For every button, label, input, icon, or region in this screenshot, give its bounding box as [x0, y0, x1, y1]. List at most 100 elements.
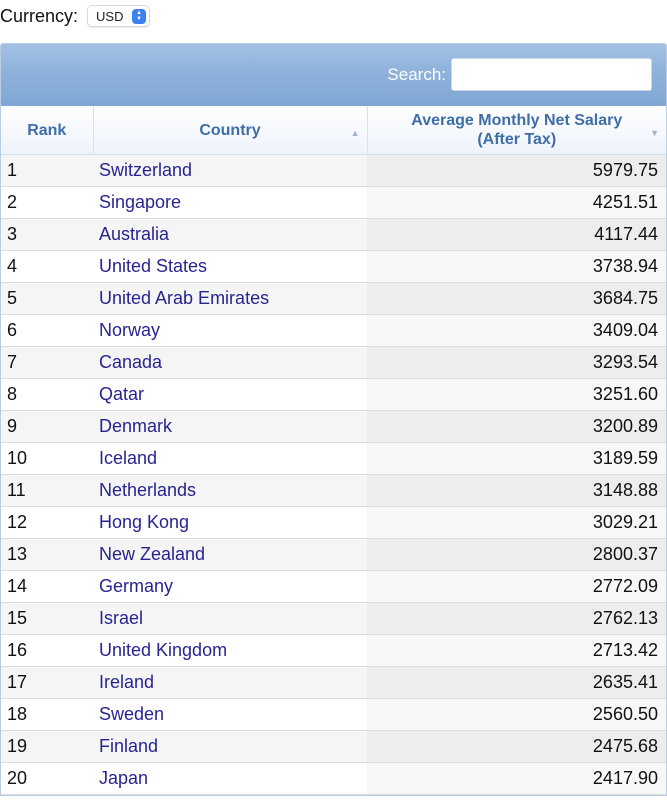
salary-cell: 2560.50	[367, 698, 666, 731]
column-header-label: Country	[199, 121, 261, 139]
table-row: 18 Sweden 2560.50	[1, 698, 666, 731]
country-link[interactable]: Germany	[93, 570, 367, 603]
salary-cell: 3251.60	[367, 378, 666, 411]
rank-cell: 10	[1, 442, 93, 475]
table-row: 1 Switzerland 5979.75	[1, 154, 666, 187]
column-header-rank[interactable]: Rank	[1, 106, 94, 155]
salary-cell: 3738.94	[367, 250, 666, 283]
table-header-row: Rank Country ▲ Average Monthly Net Salar…	[1, 106, 666, 155]
country-link[interactable]: United Kingdom	[93, 634, 367, 667]
country-link[interactable]: Netherlands	[93, 474, 367, 507]
country-link[interactable]: Singapore	[93, 186, 367, 219]
rank-cell: 16	[1, 634, 93, 667]
rank-cell: 6	[1, 314, 93, 347]
salary-cell: 3148.88	[367, 474, 666, 507]
table-row: 4 United States 3738.94	[1, 250, 666, 283]
rank-cell: 20	[1, 762, 93, 795]
salary-cell: 2635.41	[367, 666, 666, 699]
rank-cell: 1	[1, 154, 93, 187]
country-link[interactable]: Hong Kong	[93, 506, 367, 539]
table-row: 5 United Arab Emirates 3684.75	[1, 282, 666, 315]
country-link[interactable]: Ireland	[93, 666, 367, 699]
salary-cell: 2475.68	[367, 730, 666, 763]
salary-cell: 2800.37	[367, 538, 666, 571]
salary-cell: 3409.04	[367, 314, 666, 347]
rank-cell: 19	[1, 730, 93, 763]
country-link[interactable]: Denmark	[93, 410, 367, 443]
table-row: 19 Finland 2475.68	[1, 730, 666, 763]
table-row: 10 Iceland 3189.59	[1, 442, 666, 475]
rank-cell: 12	[1, 506, 93, 539]
country-link[interactable]: Israel	[93, 602, 367, 635]
country-link[interactable]: Finland	[93, 730, 367, 763]
column-header-label: Rank	[27, 121, 67, 139]
rank-cell: 13	[1, 538, 93, 571]
salary-cell: 3293.54	[367, 346, 666, 379]
salary-cell: 2762.13	[367, 602, 666, 635]
country-link[interactable]: Switzerland	[93, 154, 367, 187]
currency-select[interactable]: USD ▲ ▼	[87, 5, 151, 27]
table-row: 8 Qatar 3251.60	[1, 378, 666, 411]
table-row: 20 Japan 2417.90	[1, 762, 666, 795]
country-link[interactable]: New Zealand	[93, 538, 367, 571]
table-toolbar: Search:	[1, 44, 666, 106]
salary-cell: 3189.59	[367, 442, 666, 475]
salary-table: Rank Country ▲ Average Monthly Net Salar…	[1, 106, 666, 795]
search-input[interactable]	[451, 58, 652, 91]
salary-cell: 3029.21	[367, 506, 666, 539]
search-label: Search:	[387, 65, 446, 84]
rank-cell: 3	[1, 218, 93, 251]
salary-cell: 3684.75	[367, 282, 666, 315]
rank-cell: 15	[1, 602, 93, 635]
rank-cell: 18	[1, 698, 93, 731]
rank-cell: 4	[1, 250, 93, 283]
salary-cell: 3200.89	[367, 410, 666, 443]
country-link[interactable]: Australia	[93, 218, 367, 251]
salary-cell: 5979.75	[367, 154, 666, 187]
table-row: 12 Hong Kong 3029.21	[1, 506, 666, 539]
salary-table-container: Search: Rank Country ▲ Average Monthly N…	[0, 43, 667, 796]
currency-label: Currency:	[0, 5, 79, 26]
rank-cell: 7	[1, 346, 93, 379]
salary-cell: 2417.90	[367, 762, 666, 795]
salary-cell: 2713.42	[367, 634, 666, 667]
country-link[interactable]: Iceland	[93, 442, 367, 475]
column-header-label: Average Monthly Net Salary	[411, 112, 623, 129]
column-header-country[interactable]: Country ▲	[93, 106, 368, 155]
currency-selected-value: USD	[96, 8, 124, 24]
rank-cell: 2	[1, 186, 93, 219]
table-row: 3 Australia 4117.44	[1, 218, 666, 251]
country-link[interactable]: United States	[93, 250, 367, 283]
table-row: 14 Germany 2772.09	[1, 570, 666, 603]
sort-descending-icon: ▼	[650, 128, 659, 138]
sort-ascending-icon: ▲	[350, 128, 360, 138]
table-row: 16 United Kingdom 2713.42	[1, 634, 666, 667]
salary-cell: 2772.09	[367, 570, 666, 603]
rank-cell: 8	[1, 378, 93, 411]
country-link[interactable]: United Arab Emirates	[93, 282, 367, 315]
table-row: 2 Singapore 4251.51	[1, 186, 666, 219]
country-link[interactable]: Qatar	[93, 378, 367, 411]
column-header-salary[interactable]: Average Monthly Net Salary (After Tax) ▼	[367, 106, 666, 155]
country-link[interactable]: Norway	[93, 314, 367, 347]
table-row: 7 Canada 3293.54	[1, 346, 666, 379]
country-link[interactable]: Canada	[93, 346, 367, 379]
rank-cell: 5	[1, 282, 93, 315]
table-body: 1 Switzerland 5979.75 2 Singapore 4251.51 3 Aus…	[1, 154, 666, 795]
table-row: 11 Netherlands 3148.88	[1, 474, 666, 507]
country-link[interactable]: Sweden	[93, 698, 367, 731]
salary-cell: 4251.51	[367, 186, 666, 219]
currency-selector-row: Currency: USD ▲ ▼	[0, 3, 151, 29]
table-row: 17 Ireland 2635.41	[1, 666, 666, 699]
table-row: 6 Norway 3409.04	[1, 314, 666, 347]
rank-cell: 11	[1, 474, 93, 507]
table-row: 13 New Zealand 2800.37	[1, 538, 666, 571]
rank-cell: 17	[1, 666, 93, 699]
table-row: 15 Israel 2762.13	[1, 602, 666, 635]
salary-cell: 4117.44	[367, 218, 666, 251]
rank-cell: 9	[1, 410, 93, 443]
column-header-sublabel: (After Tax)	[477, 131, 557, 148]
table-row: 9 Denmark 3200.89	[1, 410, 666, 443]
rank-cell: 14	[1, 570, 93, 603]
country-link[interactable]: Japan	[93, 762, 367, 795]
